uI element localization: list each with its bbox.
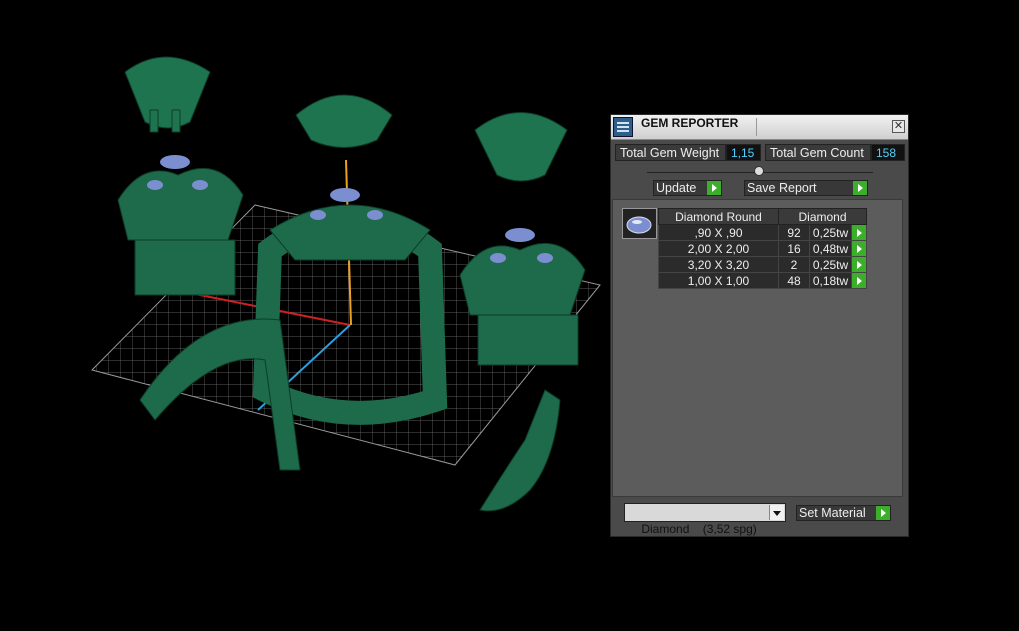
- heart-top-left: [117, 155, 244, 296]
- cell-weight: 0,25tw: [809, 256, 852, 273]
- total-gem-count-label: Total Gem Count: [765, 144, 871, 161]
- cell-size: 1,00 X 1,00: [658, 272, 779, 289]
- save-report-button[interactable]: Save Report: [744, 180, 868, 196]
- play-icon: [876, 506, 890, 520]
- prong-setting-left: [124, 56, 211, 133]
- close-button[interactable]: ✕: [892, 120, 905, 133]
- cell-size: 2,00 X 2,00: [658, 240, 779, 257]
- title-separator: [756, 118, 757, 136]
- cell-count: 16: [778, 240, 810, 257]
- material-select[interactable]: Diamond (3,52 spg): [624, 503, 786, 536]
- cell-weight: 0,18tw: [809, 272, 852, 289]
- heart-top-right: [459, 228, 586, 366]
- set-material-button-label: Set Material: [799, 506, 866, 520]
- cell-weight: 0,25tw: [809, 224, 852, 241]
- round-diamond-icon: [626, 216, 652, 234]
- panel-slider-knob[interactable]: [754, 166, 764, 176]
- table-row[interactable]: 3,20 X 3,20 2 0,25tw: [658, 256, 867, 273]
- cell-count: 48: [778, 272, 810, 289]
- total-gem-weight-value: 1,15: [726, 144, 761, 161]
- panel-title: GEM REPORTER: [641, 116, 739, 130]
- save-report-button-label: Save Report: [747, 181, 817, 195]
- cell-count: 92: [778, 224, 810, 241]
- set-material-button[interactable]: Set Material: [796, 505, 891, 521]
- play-icon: [707, 181, 721, 195]
- prong-setting-center: [295, 94, 393, 148]
- update-button[interactable]: Update: [653, 180, 722, 196]
- header-gem-shape: Diamond Round: [658, 208, 779, 225]
- total-gem-count-value: 158: [871, 144, 905, 161]
- update-button-label: Update: [656, 181, 697, 195]
- table-header-row: Diamond Round Diamond: [658, 208, 867, 225]
- table-row[interactable]: 1,00 X 1,00 48 0,18tw: [658, 272, 867, 289]
- prong-setting-right: [474, 112, 568, 182]
- gem-report-table: Diamond Round Diamond ,90 X ,90 92 0,25t…: [658, 208, 867, 289]
- gem-reporter-panel: GEM REPORTER ✕ Total Gem Weight 1,15 Tot…: [610, 114, 909, 537]
- table-row[interactable]: ,90 X ,90 92 0,25tw: [658, 224, 867, 241]
- row-play-button[interactable]: [851, 240, 867, 257]
- play-icon: [853, 181, 867, 195]
- chevron-down-icon[interactable]: [769, 505, 784, 520]
- header-gem-type: Diamond: [778, 208, 867, 225]
- cell-weight: 0,48tw: [809, 240, 852, 257]
- row-play-button[interactable]: [851, 224, 867, 241]
- cell-size: 3,20 X 3,20: [658, 256, 779, 273]
- table-row[interactable]: 2,00 X 2,00 16 0,48tw: [658, 240, 867, 257]
- gem-thumbnail: [622, 208, 657, 239]
- material-select-value: Diamond (3,52 spg): [641, 522, 757, 536]
- row-play-button[interactable]: [851, 272, 867, 289]
- total-gem-weight-label: Total Gem Weight: [615, 144, 726, 161]
- cell-count: 2: [778, 256, 810, 273]
- gem-reporter-icon: [613, 117, 633, 137]
- row-play-button[interactable]: [851, 256, 867, 273]
- report-area: Diamond Round Diamond ,90 X ,90 92 0,25t…: [612, 199, 903, 497]
- panel-titlebar[interactable]: GEM REPORTER ✕: [611, 115, 908, 140]
- cell-size: ,90 X ,90: [658, 224, 779, 241]
